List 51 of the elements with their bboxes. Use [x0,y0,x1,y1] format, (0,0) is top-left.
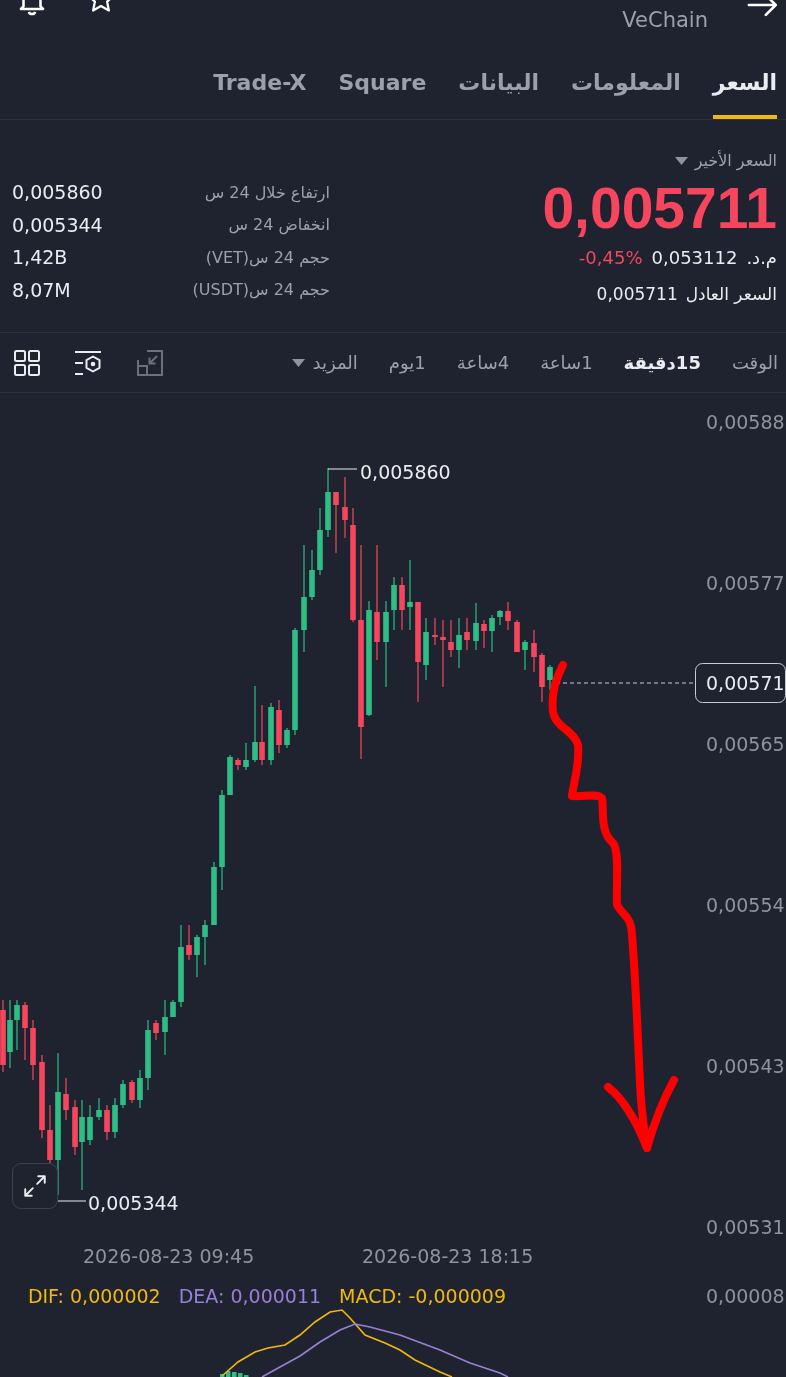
tab[interactable]: Square [338,69,427,119]
stat-value: 0,005344 [12,213,103,236]
last-price: 0,005711 [542,178,777,238]
macd-legend-item: DEA: 0,000011 [178,1285,322,1307]
low-price-label: 0,005344 [88,1192,179,1214]
stat-label: حجم 24 س(VET) [205,247,330,267]
expand-icon [22,1173,48,1199]
interval-tab[interactable]: 1ساعة [540,350,593,375]
tab[interactable]: البيانات [458,69,539,119]
interval-tab[interactable]: 4ساعة [456,350,510,375]
stat-label: حجم 24 س(USDT) [192,280,330,300]
macd-axis-label: 0,00008 [706,1285,785,1307]
grid-icon[interactable] [14,349,40,376]
current-price-tag: 0,00571 [695,663,786,703]
tab[interactable]: السعر [712,69,777,119]
stat-label: ارتفاع خلال 24 س [204,182,330,202]
caret-icon [291,358,305,367]
time-axis-label: 2026-08-23 09:45 [83,1245,255,1267]
fair-price-label: السعر العادل [685,283,777,306]
time-axis-label: 2026-08-23 18:15 [362,1245,534,1267]
tab[interactable]: المعلومات [570,69,681,119]
price-axis-label: 0,00543 [706,1055,785,1077]
caret-icon [674,157,688,165]
price-axis-label: 0,00531 [706,1216,785,1238]
last-price-dropdown[interactable]: السعر الأخير [674,150,777,172]
expand-button[interactable] [12,1163,58,1209]
converted-price: 0,053112 [651,246,738,270]
price-change: -0,45% [578,246,643,270]
leader-line [57,1200,87,1202]
price-axis-label: 0,00588 [706,411,785,433]
stat-value: 1,42B [12,246,68,269]
price-axis-label: 0,00577 [706,572,785,594]
indicator-settings-icon[interactable] [74,349,102,376]
stat-label: انخفاض 24 س [228,215,330,235]
price-unit: م.د. [746,246,777,270]
collapse-icon[interactable] [136,348,164,377]
stat-value: 8,07M [12,278,71,301]
high-price-label: 0,005860 [360,461,451,483]
interval-tab[interactable]: 1يوم [388,350,426,375]
interval-tab[interactable]: 15دقيقة [623,350,701,375]
fair-price: 0,005711 [596,283,678,306]
tab[interactable]: Trade-X [213,69,307,119]
interval-tab[interactable]: الوقت [731,350,778,375]
macd-legend-item: MACD: -0,000009 [339,1285,506,1307]
price-axis-label: 0,00554 [706,894,785,916]
stat-value: 0,005860 [12,181,103,204]
more-dropdown[interactable]: المزيد [291,350,358,375]
macd-legend-item: DIF: 0,000002 [27,1285,161,1307]
pair-name: VeChain [622,7,708,33]
price-axis-label: 0,00565 [706,733,785,755]
leader-line [327,468,358,470]
